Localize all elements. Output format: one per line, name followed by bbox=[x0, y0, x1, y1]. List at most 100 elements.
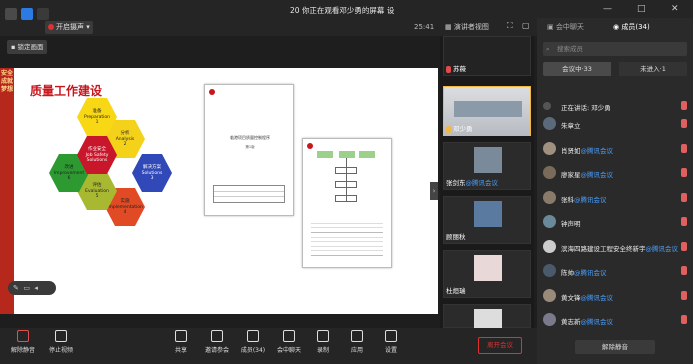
hex-n: 1 bbox=[95, 120, 99, 125]
panel-toggle-icon[interactable]: › bbox=[430, 182, 438, 200]
doc-subtitle: 第1版 bbox=[245, 145, 255, 149]
document-page-1: 临港项目质量控制程序 第1版 bbox=[204, 84, 294, 216]
member-row[interactable]: 滨海四路建设工程安全终新宇@腾讯会议 bbox=[543, 239, 689, 255]
mic-muted-icon bbox=[681, 266, 687, 275]
member-row[interactable]: 朱章立 bbox=[543, 116, 689, 132]
pen-icon[interactable]: ✎ bbox=[13, 284, 19, 292]
mic-muted-icon bbox=[681, 217, 687, 226]
tab-not-joined[interactable]: 未进入·1 bbox=[619, 62, 687, 76]
toolbar-button[interactable]: 录制 bbox=[306, 330, 340, 354]
video-name: 杜烜瑞 bbox=[446, 285, 466, 295]
minimize-icon[interactable]: — bbox=[603, 4, 612, 14]
popout-icon[interactable]: ▢ bbox=[522, 21, 530, 30]
member-name-text: 黄文锋 bbox=[561, 293, 581, 302]
video-tile[interactable]: 邓少勇 bbox=[443, 86, 531, 136]
video-tile[interactable]: 顾丽秋 bbox=[443, 196, 531, 244]
avatar bbox=[543, 313, 556, 326]
layout-label: 演讲者视图 bbox=[453, 23, 489, 31]
avatar bbox=[543, 288, 556, 302]
toolbar-label: 解除静音 bbox=[10, 347, 35, 354]
member-name: 钟声明 bbox=[561, 218, 581, 228]
signal-icon[interactable] bbox=[37, 8, 49, 20]
member-row[interactable]: 肖贤如@腾讯会议 bbox=[543, 141, 689, 157]
member-name-text: 黄志新 bbox=[561, 318, 581, 326]
chat-tab-label: 会中聊天 bbox=[555, 23, 584, 31]
mic-icon bbox=[681, 101, 687, 110]
avatar bbox=[543, 117, 556, 130]
toolbar-button[interactable]: 解除静音 bbox=[6, 330, 40, 354]
annotation-controls[interactable]: ✎ ▭ ◂ bbox=[8, 281, 56, 295]
member-row[interactable]: 廖家星@腾讯会议 bbox=[543, 165, 689, 181]
title-text: 你正在观看邓少勇的屏幕 bbox=[301, 6, 385, 15]
slide-title: 质量工作建设 bbox=[30, 84, 103, 98]
video-tile[interactable]: 张剑东@腾讯会议 bbox=[443, 142, 531, 190]
member-name-text: 钟声明 bbox=[561, 220, 581, 228]
band-text: 安全成就梦想 bbox=[0, 70, 13, 93]
video-column: 苏薇 邓少勇 张剑东@腾讯会议 顾丽秋 杜烜瑞 bbox=[440, 36, 534, 329]
toolbar-button[interactable]: 成员(34) bbox=[236, 330, 270, 354]
document-page-2 bbox=[302, 138, 392, 268]
video-name-suffix: @腾讯会议 bbox=[465, 179, 499, 187]
info-icon[interactable] bbox=[5, 8, 17, 20]
mic-muted-icon bbox=[681, 143, 687, 153]
member-name-suffix: @腾讯会议 bbox=[580, 318, 614, 326]
close-icon[interactable]: ✕ bbox=[671, 4, 679, 14]
toolbar-button[interactable]: 设置 bbox=[374, 330, 408, 354]
video-tile[interactable] bbox=[443, 304, 531, 329]
video-tile[interactable]: 杜烜瑞 bbox=[443, 250, 531, 298]
member-name-suffix: @腾讯会议 bbox=[580, 171, 614, 179]
more-icon[interactable]: ▭ bbox=[23, 284, 30, 292]
avatar bbox=[543, 190, 556, 204]
doc-logo-icon bbox=[209, 89, 215, 95]
invite-icon bbox=[211, 330, 223, 342]
toolbar-button[interactable]: 应用 bbox=[340, 330, 374, 354]
lock-view-label: 锁定画面 bbox=[17, 43, 44, 51]
toolbar-button[interactable]: 邀请参会 bbox=[200, 330, 234, 354]
member-name-suffix: @腾讯会议 bbox=[580, 146, 614, 155]
search-input[interactable]: ⌕ 搜索成员 bbox=[543, 42, 687, 56]
mic-muted-icon bbox=[446, 65, 451, 73]
toolbar-button[interactable]: 会中聊天 bbox=[272, 330, 306, 354]
doc-table bbox=[213, 185, 285, 203]
toolbar-label: 成员(34) bbox=[240, 347, 266, 354]
member-row[interactable]: 钟声明 bbox=[543, 214, 689, 230]
share-icon bbox=[175, 330, 187, 342]
unmute-all-button[interactable]: 解除静音 bbox=[575, 340, 655, 354]
member-name: 黄志新@腾讯会议 bbox=[561, 316, 613, 326]
member-row[interactable]: 张科@腾讯会议 bbox=[543, 190, 689, 206]
leave-meeting-button[interactable]: 离开会议 bbox=[478, 337, 522, 354]
avatar bbox=[543, 215, 556, 228]
member-name-suffix: @腾讯会议 bbox=[574, 269, 607, 277]
shield-icon[interactable] bbox=[21, 8, 33, 20]
speaking-text: 正在讲话: 邓少勇 bbox=[561, 104, 611, 112]
member-name: 陈帅@腾讯会议 bbox=[561, 267, 607, 277]
layout-switch[interactable]: ▦ 演讲者视图 bbox=[445, 22, 489, 32]
apps-icon bbox=[351, 330, 363, 342]
video-name-text: 邓少勇 bbox=[453, 125, 473, 133]
view-label[interactable]: 设 bbox=[387, 6, 395, 15]
lock-view-button[interactable]: ▪ 锁定画面 bbox=[7, 40, 48, 54]
toolbar-button[interactable]: 共享 bbox=[164, 330, 198, 354]
video-name-text: 杜烜瑞 bbox=[446, 287, 466, 295]
tab-in-meeting[interactable]: 会议中·33 bbox=[543, 62, 611, 76]
speaker-icon bbox=[543, 102, 551, 110]
video-avatar bbox=[474, 201, 502, 227]
doc2-logo-icon bbox=[307, 143, 313, 149]
fullscreen-icon[interactable]: ⛶ bbox=[507, 21, 513, 31]
recording-toggle[interactable]: 开启摄声 ▾ bbox=[45, 21, 93, 34]
maximize-icon[interactable]: □ bbox=[637, 4, 646, 14]
video-name-text: 张剑东 bbox=[446, 179, 466, 187]
mic-muted-icon bbox=[681, 290, 687, 300]
toolbar-label: 录制 bbox=[316, 347, 329, 354]
member-row[interactable]: 黄志新@腾讯会议 bbox=[543, 312, 689, 328]
member-name-text: 朱章立 bbox=[561, 122, 581, 130]
tab-chat[interactable]: ▣ 会中聊天 bbox=[547, 22, 584, 32]
collapse-icon[interactable]: ◂ bbox=[34, 284, 38, 292]
video-thumbnail bbox=[454, 101, 522, 117]
member-row[interactable]: 黄文锋@腾讯会议 bbox=[543, 288, 689, 304]
member-row[interactable]: 陈帅@腾讯会议 bbox=[543, 263, 689, 279]
tab-members[interactable]: ◉ 成员(34) bbox=[613, 22, 650, 32]
meeting-timer: 25:41 bbox=[414, 23, 435, 31]
video-tile[interactable]: 苏薇 bbox=[443, 36, 531, 76]
toolbar-button[interactable]: 停止视频 bbox=[44, 330, 78, 354]
